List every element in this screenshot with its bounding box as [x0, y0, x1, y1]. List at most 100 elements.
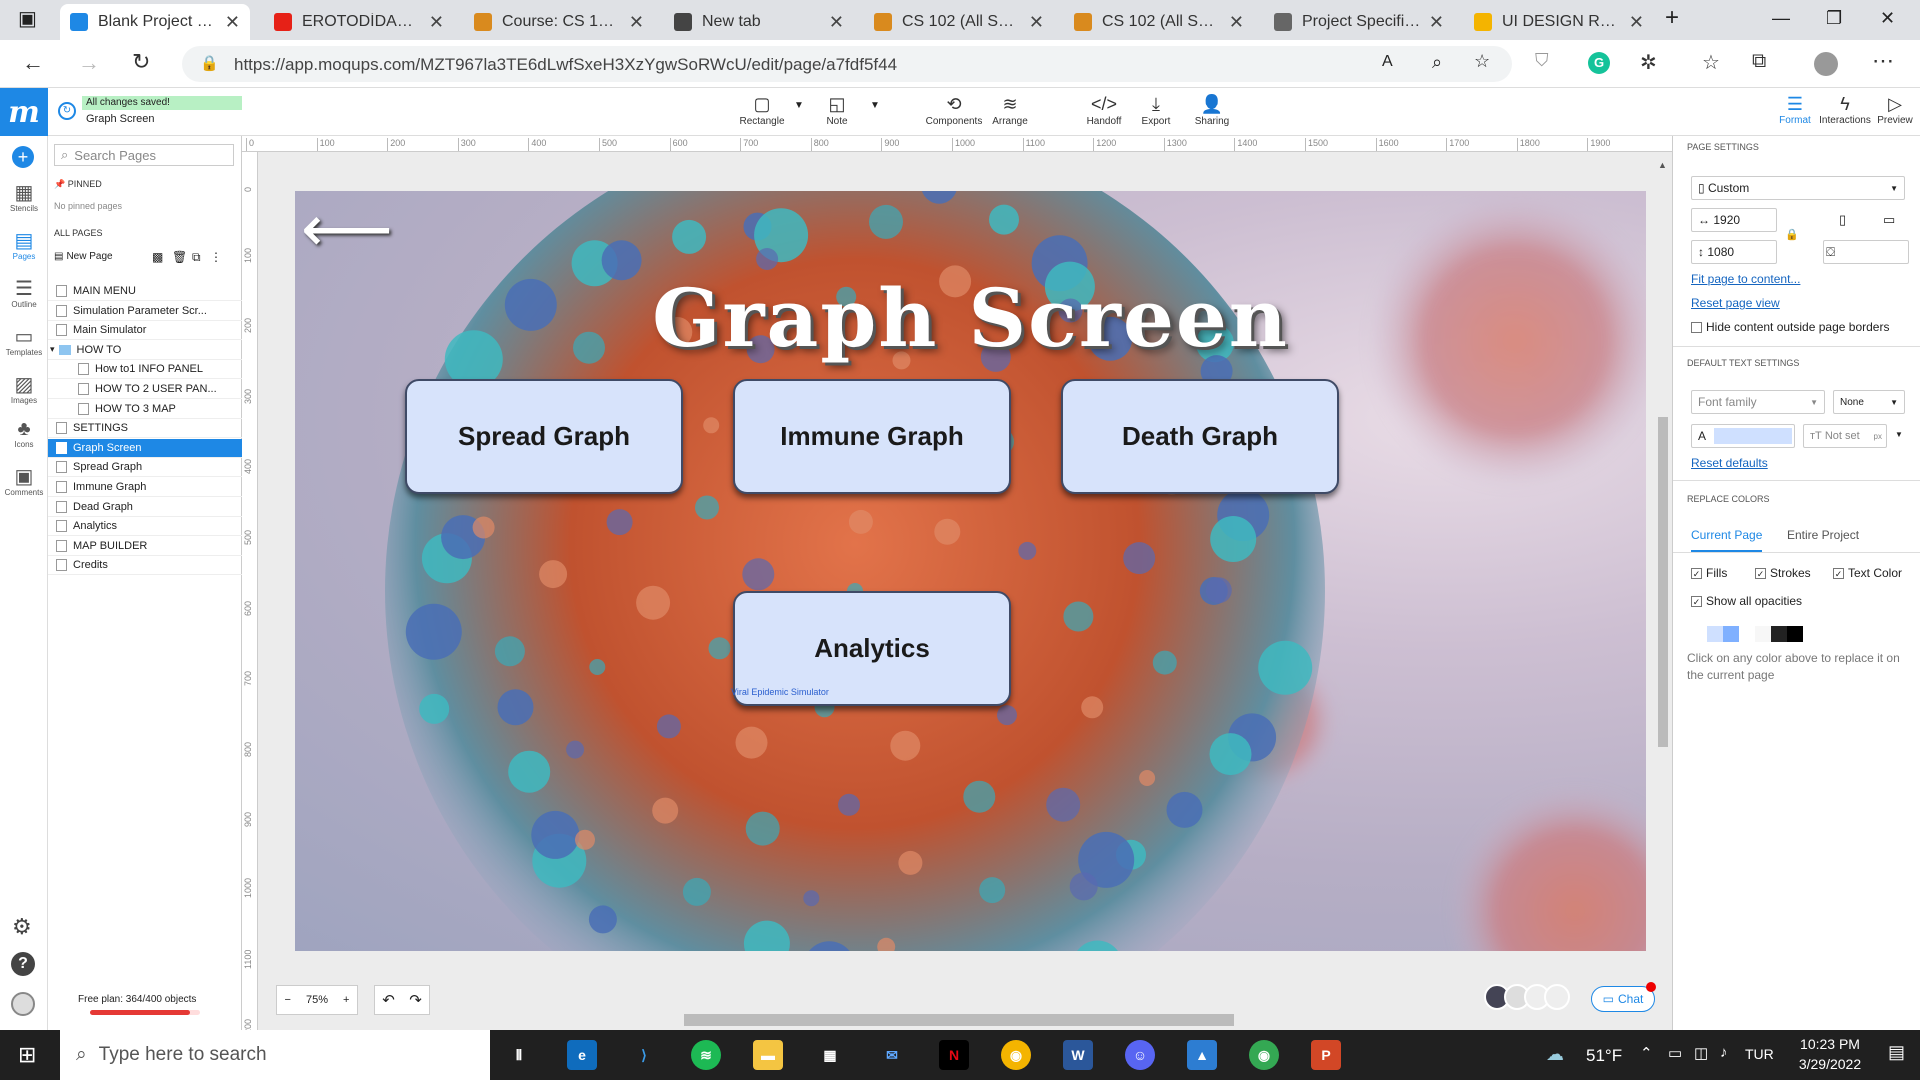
page-list-item[interactable]: ▾ HOW TO [48, 341, 242, 360]
close-tab-icon[interactable]: ✕ [629, 12, 644, 33]
spotify-icon[interactable]: ≋ [691, 1040, 721, 1070]
profile-avatar[interactable] [1814, 52, 1838, 76]
zoom-out-button[interactable]: − [285, 994, 291, 1006]
powerpoint-icon[interactable]: P [1311, 1040, 1341, 1070]
restore-button[interactable]: ❐ [1826, 8, 1842, 29]
show-opacities-checkbox[interactable]: ✓ Show all opacities [1691, 594, 1802, 608]
close-tab-icon[interactable]: ✕ [429, 12, 444, 33]
settings-gear-icon[interactable]: ⚙ [12, 914, 32, 940]
notifications-icon[interactable]: ▤ [1888, 1042, 1905, 1063]
zoom-icon[interactable]: ⌕ [1432, 52, 1442, 73]
shield-icon[interactable]: ⛉ [1535, 50, 1549, 71]
read-aloud-icon[interactable]: A [1382, 53, 1393, 71]
text-color-input[interactable]: A [1691, 424, 1795, 448]
collections-icon[interactable]: ⧉ [1752, 50, 1766, 73]
page-height-input[interactable]: ↕ 1080 [1691, 240, 1777, 264]
reload-icon[interactable]: ↻ [132, 49, 150, 75]
mail-icon[interactable]: ✉ [877, 1040, 907, 1070]
user-avatar[interactable] [11, 992, 35, 1016]
search-pages-input[interactable]: ⌕ Search Pages [54, 144, 234, 166]
color-swatch[interactable] [1787, 626, 1803, 642]
rail-icons[interactable]: ♣ Icons [0, 418, 48, 449]
page-list-item[interactable]: MAP BUILDER [48, 537, 242, 556]
horizontal-scrollbar[interactable] [684, 1014, 1234, 1026]
edge-icon[interactable]: e [567, 1040, 597, 1070]
photos-icon[interactable]: ▲ [1187, 1040, 1217, 1070]
redo-icon[interactable]: ↷ [409, 991, 422, 1009]
help-icon[interactable]: ? [11, 952, 35, 976]
back-icon[interactable]: ← [22, 50, 44, 76]
grammarly-icon[interactable]: G [1588, 52, 1610, 74]
undo-icon[interactable]: ↶ [382, 991, 395, 1009]
duplicate-icon[interactable]: ⧉ [192, 250, 201, 265]
zoom-level[interactable]: 75% [306, 994, 328, 1006]
browser-tab[interactable]: UI DESIGN REPOR ✕ [1464, 4, 1654, 40]
clock-time[interactable]: 10:23 PM [1790, 1036, 1870, 1052]
browser-tab[interactable]: Project Specificati ✕ [1264, 4, 1454, 40]
netflix-icon[interactable]: N [939, 1040, 969, 1070]
spread-graph-button[interactable]: Spread Graph [405, 379, 683, 494]
components-tool[interactable]: ⟲ Components [924, 92, 984, 127]
chrome-icon[interactable]: ◉ [1001, 1040, 1031, 1070]
browser-tab[interactable]: CS 102 (All Sectio ✕ [1064, 4, 1254, 40]
rectangle-dropdown-icon[interactable]: ▼ [794, 100, 804, 111]
rail-outline[interactable]: ☰ Outline [0, 278, 48, 309]
store-icon[interactable]: ▦ [815, 1040, 845, 1070]
file-explorer-icon[interactable]: ▬ [753, 1040, 783, 1070]
input-language[interactable]: TUR [1745, 1046, 1774, 1062]
reset-defaults-link[interactable]: Reset defaults [1691, 456, 1768, 470]
minimize-button[interactable]: — [1772, 8, 1790, 29]
page-list-item[interactable]: How to1 INFO PANEL [48, 360, 242, 380]
close-tab-icon[interactable]: ✕ [829, 12, 844, 33]
taskbar-search[interactable]: ⌕ Type here to search [60, 1030, 490, 1080]
portrait-icon[interactable]: ▯ [1839, 212, 1846, 228]
vertical-scrollbar[interactable] [1658, 417, 1668, 747]
color-swatch[interactable] [1771, 626, 1787, 642]
windows-start-icon[interactable]: ⊞ [18, 1042, 36, 1068]
landscape-icon[interactable]: ▭ [1883, 212, 1895, 228]
format-tab[interactable]: ☰ Format [1768, 94, 1822, 126]
export-tool[interactable]: ⤓ Export [1126, 92, 1186, 127]
favorite-add-icon[interactable]: ☆ [1474, 51, 1490, 72]
page-list-item[interactable]: HOW TO 3 MAP [48, 400, 242, 419]
page-list-item[interactable]: Main Simulator [48, 321, 242, 341]
network-icon[interactable]: ◫ [1694, 1044, 1708, 1062]
handoff-tool[interactable]: </> Handoff [1074, 92, 1134, 127]
rail-templates[interactable]: ▭ Templates [0, 326, 48, 357]
page-width-input[interactable]: ↔ 1920 [1691, 208, 1777, 232]
lock-icon[interactable]: 🔒 [200, 54, 219, 72]
strokes-checkbox[interactable]: ✓ Strokes [1755, 566, 1811, 580]
word-icon[interactable]: W [1063, 1040, 1093, 1070]
close-tab-icon[interactable]: ✕ [225, 12, 240, 33]
note-dropdown-icon[interactable]: ▼ [870, 100, 880, 111]
extensions-icon[interactable]: ✲ [1640, 50, 1657, 75]
immune-graph-button[interactable]: Immune Graph [733, 379, 1011, 494]
text-color-checkbox[interactable]: ✓ Text Color [1833, 566, 1902, 580]
tab-current-page[interactable]: Current Page [1691, 528, 1763, 552]
color-swatch[interactable] [1739, 626, 1755, 642]
weather-temp[interactable]: 51°F [1586, 1046, 1622, 1066]
fills-checkbox[interactable]: ✓ Fills [1691, 566, 1727, 580]
chevron-down-icon[interactable]: ▼ [1895, 430, 1903, 439]
death-graph-button[interactable]: Death Graph [1061, 379, 1339, 494]
color-swatch[interactable] [1707, 626, 1723, 642]
browser-tab[interactable]: Course: CS 102 (A ✕ [464, 4, 654, 40]
url-field[interactable]: 🔒 https://app.moqups.com/MZT967la3TE6dLw… [182, 46, 1512, 82]
clock-date[interactable]: 3/29/2022 [1790, 1056, 1870, 1072]
forward-icon[interactable]: → [78, 50, 100, 76]
font-weight-select[interactable]: None ▼ [1833, 390, 1905, 414]
color-swatch[interactable] [1755, 626, 1771, 642]
page-list-item[interactable]: Dead Graph [48, 498, 242, 517]
tab-entire-project[interactable]: Entire Project [1787, 528, 1859, 542]
vscode-icon[interactable]: ⟩ [629, 1040, 659, 1070]
tray-chevron-icon[interactable]: ⌃ [1640, 1044, 1653, 1062]
fit-page-link[interactable]: Fit page to content... [1691, 272, 1800, 286]
chrome-profile-icon[interactable]: ◉ [1249, 1040, 1279, 1070]
browser-tab[interactable]: New tab ✕ [664, 4, 854, 40]
page-list-item[interactable]: SETTINGS [48, 419, 242, 439]
preview-tab[interactable]: ▷ Preview [1868, 94, 1920, 126]
sharing-tool[interactable]: 👤 Sharing [1182, 92, 1242, 127]
page-preset-select[interactable]: ▯ Custom ▼ [1691, 176, 1905, 200]
browser-tab[interactable]: Blank Project - Gr ✕ [60, 4, 250, 40]
scroll-up-icon[interactable]: ▲ [1658, 160, 1667, 170]
